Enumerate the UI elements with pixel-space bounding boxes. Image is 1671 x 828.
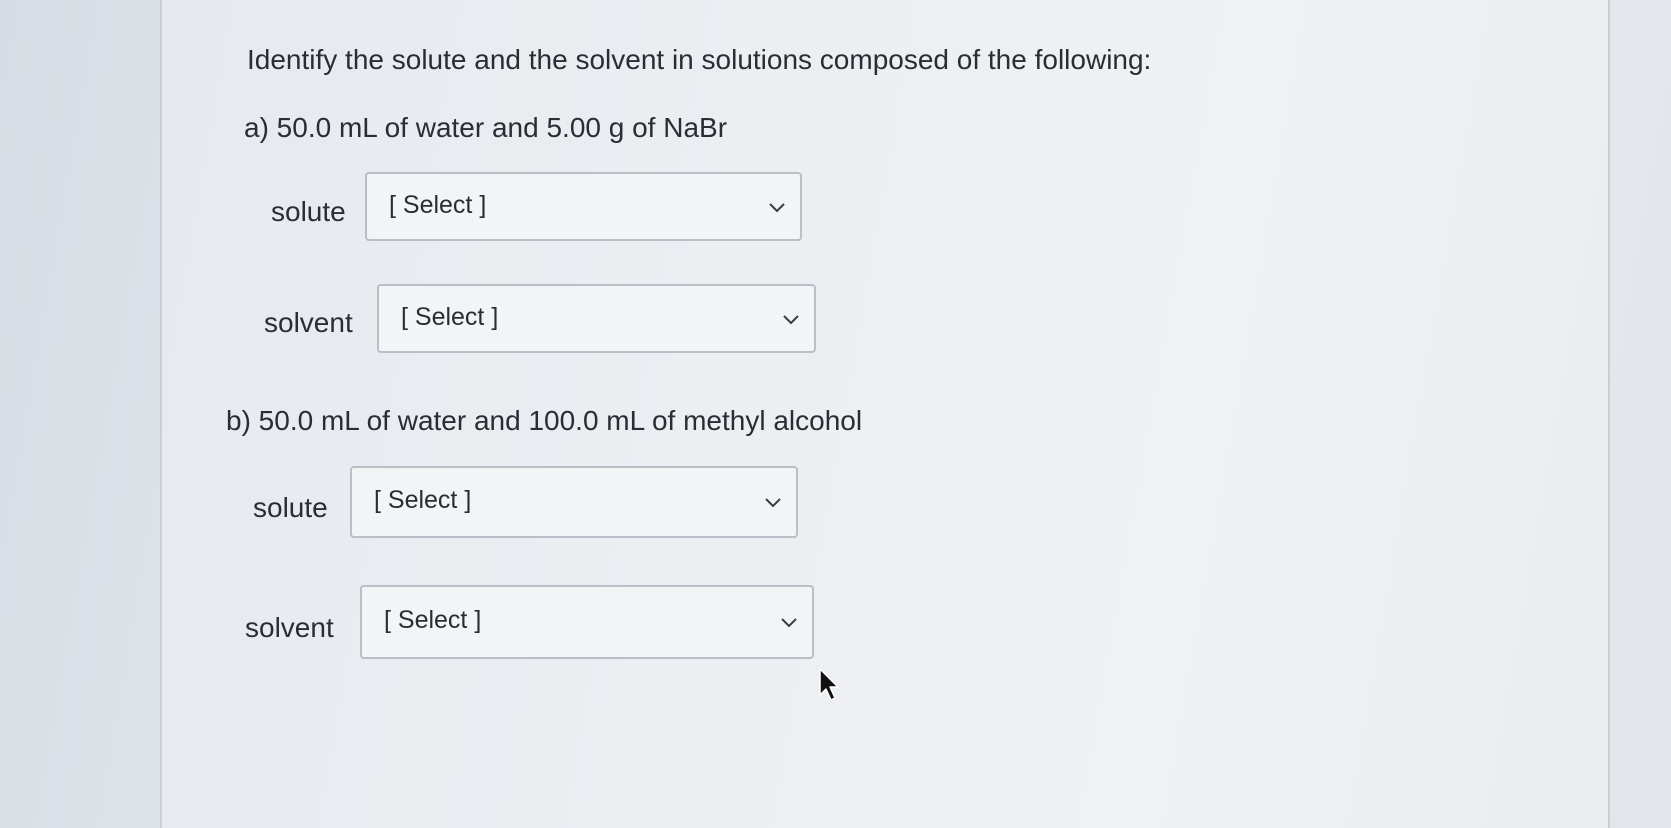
part-a-solvent-label: solvent	[264, 307, 353, 338]
part-a-solute-select[interactable]: [ Select ]	[365, 172, 802, 241]
part-b-solute-select[interactable]: [ Select ]	[350, 466, 798, 538]
select-value: [ Select ]	[374, 486, 472, 515]
chevron-down-icon	[769, 202, 785, 212]
question-text: Identify the solute and the solvent in s…	[247, 44, 1152, 75]
part-a-solvent-select[interactable]: [ Select ]	[377, 284, 816, 353]
chevron-down-icon	[783, 314, 799, 324]
mouse-pointer-icon	[819, 668, 839, 701]
part-a-solute-label: solute	[271, 196, 346, 227]
part-b-label: b) 50.0 mL of water and 100.0 mL of meth…	[226, 405, 863, 436]
chevron-down-icon	[781, 618, 797, 628]
part-b-solute-label: solute	[253, 492, 328, 523]
part-a-label: a) 50.0 mL of water and 5.00 g of NaBr	[244, 112, 728, 143]
select-value: [ Select ]	[389, 190, 487, 219]
select-value: [ Select ]	[384, 606, 482, 635]
part-b-solvent-label: solvent	[245, 612, 334, 643]
part-b-solvent-select[interactable]: [ Select ]	[360, 585, 814, 659]
screen: Identify the solute and the solvent in s…	[0, 0, 1671, 828]
select-value: [ Select ]	[401, 302, 499, 331]
chevron-down-icon	[765, 498, 781, 508]
